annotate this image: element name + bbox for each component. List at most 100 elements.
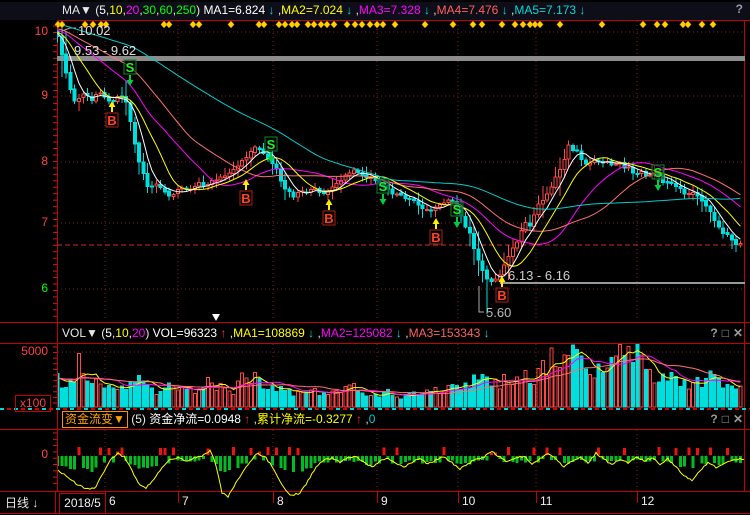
event-diamond-icon [557, 21, 563, 28]
header-segment: ↓ [305, 326, 314, 340]
sell-signal-label: S [654, 165, 663, 180]
header-segment: ↑ [353, 412, 362, 426]
close-icon[interactable]: ✕ [733, 412, 745, 426]
header-segment: 250 [176, 3, 196, 17]
buy-signal-label: B [107, 113, 116, 128]
maximize-icon[interactable]: □ [722, 412, 731, 426]
header-segment: MA2=125082 [321, 326, 393, 340]
event-diamond-icon [344, 21, 350, 28]
fund-zero-label: 0 [2, 447, 48, 461]
header-segment: ▼ [80, 3, 95, 17]
stock-chart-window: MA▼ (5,10,20,30,60,250) MA1=6.824 ↓ ,MA2… [0, 0, 750, 515]
header-segment: (5) [128, 412, 149, 426]
header-segment: 0 [369, 412, 376, 426]
header-segment: ) [145, 326, 152, 340]
header-segment: ↓ [265, 3, 274, 17]
buy-signal-label: B [241, 191, 250, 206]
maximize-icon[interactable]: □ [722, 326, 731, 340]
event-diamond-icon [190, 21, 196, 28]
header-segment: 30 [143, 3, 156, 17]
header-segment: 5 [105, 326, 112, 340]
header-segment: ↓ [421, 3, 430, 17]
buy-signal-label: B [324, 211, 333, 226]
month-label: 11 [540, 494, 552, 508]
header-segment: , [352, 3, 359, 17]
month-label: 10 [462, 494, 475, 508]
event-diamond-icon [367, 21, 373, 28]
header-segment: VOL=96323 [153, 326, 217, 340]
event-diamond-icon [520, 21, 526, 28]
fund-flow-selector[interactable]: 资金流变▼ [62, 411, 128, 428]
main-price-chart [56, 21, 745, 321]
price-axis-label: 6 [2, 281, 48, 295]
event-diamond-icon [228, 21, 234, 28]
event-diamond-icon [166, 21, 172, 28]
event-diamond-icon [499, 21, 505, 28]
header-segment: ↓ [498, 3, 507, 17]
price-axis-label: 7 [2, 215, 48, 229]
header-segment: MA2=7.024 [281, 3, 343, 17]
sell-signal-label: S [126, 60, 135, 75]
header-segment: ↓ [343, 3, 352, 17]
event-diamond-icon [59, 21, 65, 28]
year-month-box[interactable]: 2018/5 [59, 493, 106, 514]
header-segment: MA3=153343 [409, 326, 481, 340]
event-diamond-icon [392, 21, 398, 28]
event-diamond-icon [479, 21, 485, 28]
event-diamond-icon [282, 21, 288, 28]
vol-indicator-header[interactable]: VOL▼ (5,10,20) VOL=96323 ↑ ,MA1=108869 ↓… [0, 325, 750, 342]
event-diamond-icon [537, 21, 543, 28]
help-icon[interactable]: ? [710, 326, 719, 340]
sell-arrow-icon [380, 199, 387, 205]
event-diamond-icon [450, 21, 456, 28]
event-diamond-icon [352, 21, 358, 28]
event-diamond-icon [662, 21, 668, 28]
sell-arrow-icon [454, 222, 461, 228]
header-segment: , [402, 326, 409, 340]
fund-flow-header: 资金流变▼ (5) 资金净流=0.0948 ↑ ,累计净流=-0.3277 ↑ … [0, 411, 750, 428]
header-segment: 60 [159, 3, 172, 17]
event-diamond-icon [331, 21, 337, 28]
fund-flow-chart [56, 430, 745, 497]
volume-chart [56, 344, 745, 407]
header-segment: ↓ [480, 326, 489, 340]
header-segment: 20 [132, 326, 145, 340]
header-segment: VOL [62, 326, 86, 340]
help-icon[interactable]: ? [736, 2, 745, 16]
sell-signal-label: S [379, 179, 388, 194]
header-segment: ↓ [576, 3, 585, 17]
event-diamond-icon [710, 21, 716, 28]
event-diamond-icon [305, 21, 311, 28]
header-segment: , [430, 3, 437, 17]
header-segment: ↓ [393, 326, 402, 340]
chevron-down-icon: ▼ [113, 412, 125, 426]
price-annotation: 6.13 - 6.16 [508, 268, 570, 283]
volume-axis-label: 5000 [2, 344, 48, 358]
event-diamond-icon [294, 21, 300, 28]
position-pointer-icon[interactable] [212, 314, 220, 321]
header-segment: 累计净流=-0.3277 [257, 412, 353, 426]
price-annotation: 5.60 [486, 305, 511, 320]
event-diamond-icon [359, 21, 365, 28]
close-icon[interactable]: ✕ [733, 326, 745, 340]
overlay-markers: BBBBBSSSSS [55, 21, 716, 321]
ma-indicator-header[interactable]: MA▼ (5,10,20,30,60,250) MA1=6.824 ↓ ,MA2… [0, 2, 750, 20]
buy-arrow-icon [433, 218, 440, 224]
header-segment: , [250, 412, 257, 426]
event-diamond-icon [470, 21, 476, 28]
header-segment: MA3=7.328 [359, 3, 421, 17]
header-segment: ↑ [217, 326, 226, 340]
main-panel-window-icons: ? [734, 2, 745, 16]
event-diamond-icon [311, 21, 317, 28]
charts-canvas: BBBBBSSSSS [0, 0, 750, 515]
event-diamond-icon [261, 21, 267, 28]
header-segment: ↑ [241, 412, 250, 426]
help-icon[interactable]: ? [710, 412, 719, 426]
event-diamond-icon [640, 21, 646, 28]
period-selector[interactable]: 日线 ↓ [0, 492, 56, 514]
event-diamond-icon [374, 21, 380, 28]
buy-signal-label: B [497, 288, 506, 303]
header-segment: MA5=7.173 [514, 3, 576, 17]
event-diamond-icon [422, 21, 428, 28]
event-diamond-icon [380, 21, 386, 28]
